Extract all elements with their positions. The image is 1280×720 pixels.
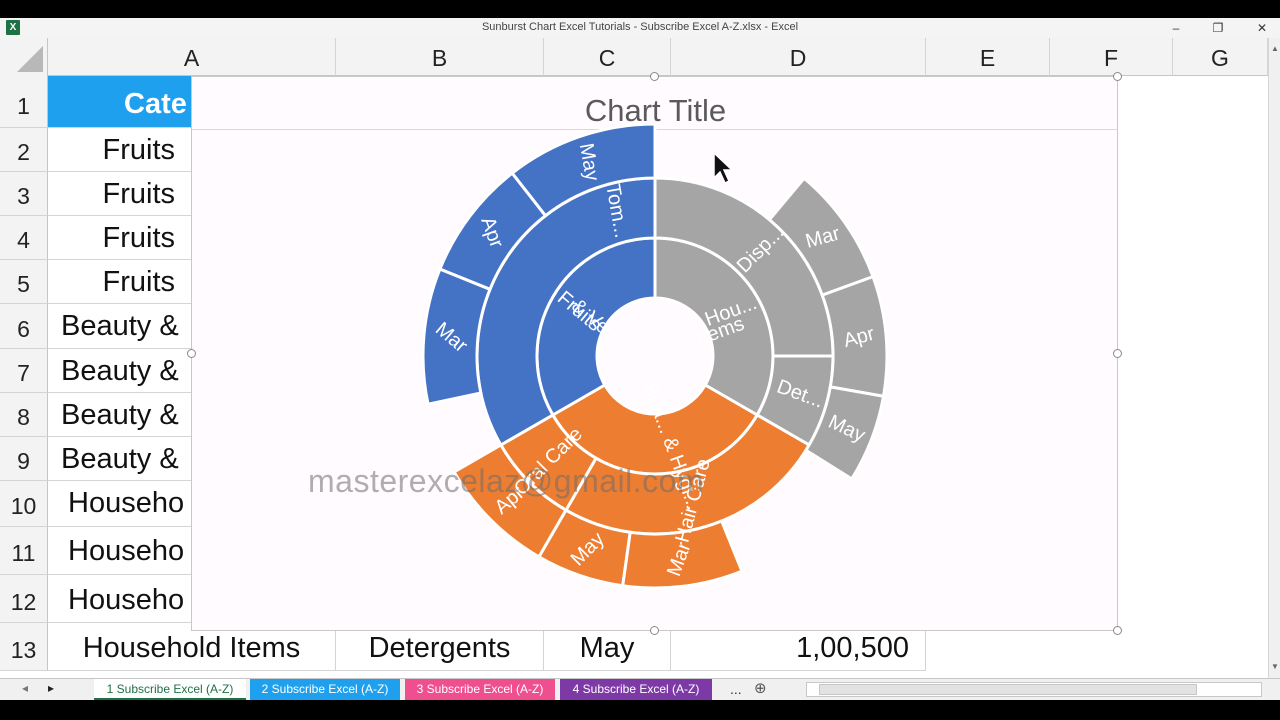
scroll-down-icon[interactable]: ▼ — [1271, 662, 1279, 671]
mouse-pointer-icon — [713, 152, 733, 185]
sheet-tab-3[interactable]: 3 Subscribe Excel (A-Z) — [405, 679, 555, 700]
sheet-tab-bar: ◂ ▸ 1 Subscribe Excel (A-Z) 2 Subscribe … — [0, 678, 1280, 700]
row-header-6[interactable]: 6 — [0, 304, 48, 349]
tab-scroll-right-icon[interactable]: ▸ — [48, 681, 54, 695]
horizontal-scrollbar[interactable] — [806, 682, 1262, 697]
row-header-1[interactable]: 1 — [0, 76, 48, 128]
watermark-email: masterexcelaz@gmail.com — [308, 463, 705, 499]
column-header-e[interactable]: E — [926, 38, 1050, 76]
tab-scroll-left-icon[interactable]: ◂ — [22, 681, 28, 695]
row-header-5[interactable]: 5 — [0, 260, 48, 304]
sheet-tab-1[interactable]: 1 Subscribe Excel (A-Z) — [94, 679, 246, 700]
row-header-4[interactable]: 4 — [0, 216, 48, 260]
vertical-scrollbar[interactable]: ▲ ▼ — [1268, 38, 1280, 678]
more-tabs-button[interactable]: ... — [730, 681, 742, 697]
window-title: Sunburst Chart Excel Tutorials - Subscri… — [481, 21, 799, 33]
sheet-tab-4[interactable]: 4 Subscribe Excel (A-Z) — [560, 679, 712, 700]
title-bar: X Sunburst Chart Excel Tutorials - Subsc… — [0, 18, 1280, 38]
column-header-row: A B C D E F G — [0, 38, 1268, 76]
column-header-a[interactable]: A — [48, 38, 336, 76]
select-all-corner[interactable] — [0, 38, 48, 76]
row-header-8[interactable]: 8 — [0, 393, 48, 437]
minimize-button[interactable]: – — [1163, 19, 1189, 37]
row-header-3[interactable]: 3 — [0, 172, 48, 216]
row-header-12[interactable]: 12 — [0, 575, 48, 623]
column-header-d[interactable]: D — [671, 38, 926, 76]
row-header-10[interactable]: 10 — [0, 481, 48, 527]
row-header-2[interactable]: 2 — [0, 128, 48, 172]
column-header-g[interactable]: G — [1173, 38, 1268, 76]
column-header-c[interactable]: C — [544, 38, 671, 76]
scroll-up-icon[interactable]: ▲ — [1271, 44, 1279, 53]
horizontal-scroll-thumb[interactable] — [819, 684, 1197, 695]
sheet-tab-2[interactable]: 2 Subscribe Excel (A-Z) — [250, 679, 400, 700]
column-header-f[interactable]: F — [1050, 38, 1173, 76]
row-header-9[interactable]: 9 — [0, 437, 48, 481]
spreadsheet-grid[interactable]: A B C D E F G 1 2 3 4 5 6 7 8 9 10 11 12… — [0, 38, 1280, 678]
new-sheet-icon[interactable]: ⊕ — [754, 679, 767, 697]
row-header-7[interactable]: 7 — [0, 349, 48, 393]
column-header-b[interactable]: B — [336, 38, 544, 76]
sunburst-plot: Fruits& Veg Hou...ItemsBea... & Hygi...To… — [421, 122, 889, 590]
restore-button[interactable]: ❐ — [1205, 19, 1231, 37]
row-header-11[interactable]: 11 — [0, 527, 48, 575]
row-header-13[interactable]: 13 — [0, 623, 48, 671]
close-button[interactable]: ✕ — [1249, 19, 1275, 37]
sunburst-chart[interactable]: Chart Title Fruits & Veg Hou... Items Bea...… — [187, 72, 1122, 635]
